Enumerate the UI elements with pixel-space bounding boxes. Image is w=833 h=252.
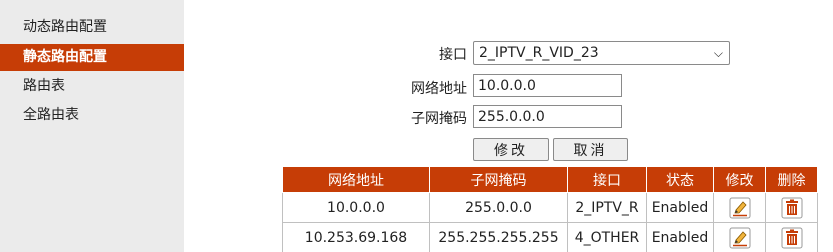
trash-icon[interactable] (781, 197, 803, 219)
row-status: Enabled (646, 192, 714, 223)
column-header-network: 网络地址 (282, 166, 430, 193)
cancel-button[interactable]: 取消 (553, 138, 628, 161)
row-mask: 255.0.0.0 (429, 192, 568, 223)
table-row: 10.0.0.0 255.0.0.0 2_IPTV_R Enabled (282, 192, 818, 223)
subnet-mask-input[interactable] (473, 105, 622, 128)
row-interface-text: 4_OTHER (574, 229, 640, 246)
chevron-down-icon: ⌵ (713, 46, 723, 60)
network-address-input[interactable] (473, 74, 622, 97)
interface-label: 接口 (439, 47, 467, 63)
column-header-mask: 子网掩码 (429, 166, 568, 193)
row-interface-text: 2_IPTV_R (575, 199, 639, 216)
sidebar: 动态路由配置 静态路由配置 路由表 全路由表 (0, 0, 184, 252)
pencil-edit-icon[interactable] (729, 227, 751, 249)
row-edit-cell (713, 192, 766, 223)
interface-select[interactable]: 2_IPTV_R_VID_23 ⌵ (473, 41, 730, 65)
pencil-edit-icon[interactable] (729, 197, 751, 219)
table-row: 10.253.69.168 255.255.255.255 4_OTHER En… (282, 222, 818, 252)
row-delete-cell (765, 192, 818, 223)
row-delete-cell (765, 222, 818, 252)
row-network: 10.0.0.0 (282, 192, 430, 223)
network-address-label: 网络地址 (411, 81, 467, 97)
edit-button[interactable]: 修改 (473, 138, 549, 161)
row-edit-cell (713, 222, 766, 252)
row-network: 10.253.69.168 (282, 222, 430, 252)
column-header-status: 状态 (646, 166, 714, 193)
interface-select-value: 2_IPTV_R_VID_23 (479, 45, 599, 61)
row-interface: 2_IPTV_R (567, 192, 647, 223)
column-header-edit: 修改 (713, 166, 766, 193)
trash-icon[interactable] (781, 227, 803, 249)
table-header-row: 网络地址 子网掩码 接口 状态 修改 删除 (282, 166, 818, 193)
static-route-table: 网络地址 子网掩码 接口 状态 修改 删除 10.0.0.0 255.0.0.0… (282, 166, 818, 252)
subnet-mask-label: 子网掩码 (411, 111, 467, 127)
static-route-config-page: 动态路由配置 静态路由配置 路由表 全路由表 接口 2_IPTV_R_VID_2… (0, 0, 833, 252)
sidebar-item-routing-table[interactable]: 路由表 (0, 73, 184, 100)
column-header-delete: 删除 (765, 166, 818, 193)
row-status: Enabled (646, 222, 714, 252)
sidebar-item-dynamic-routing[interactable]: 动态路由配置 (0, 14, 184, 41)
row-interface: 4_OTHER (567, 222, 647, 252)
sidebar-item-static-routing[interactable]: 静态路由配置 (0, 44, 184, 71)
sidebar-item-full-routing-table[interactable]: 全路由表 (0, 102, 184, 129)
row-mask: 255.255.255.255 (429, 222, 568, 252)
column-header-interface: 接口 (567, 166, 647, 193)
